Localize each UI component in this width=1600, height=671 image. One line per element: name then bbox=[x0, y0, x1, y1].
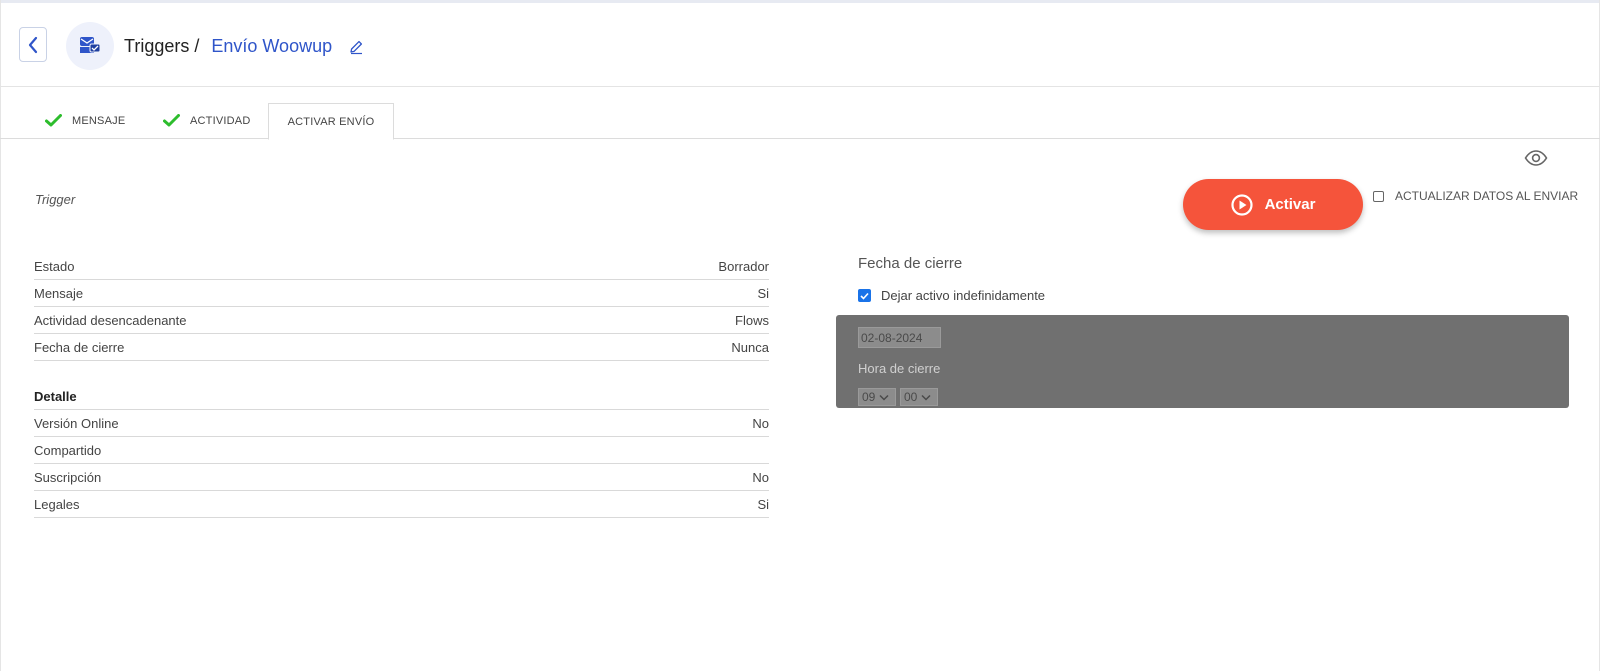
update-data-label: ACTUALIZAR DATOS AL ENVIAR bbox=[1395, 189, 1579, 203]
row-label: Actividad desencadenante bbox=[34, 312, 187, 328]
indefinite-label: Dejar activo indefinidamente bbox=[881, 288, 1046, 303]
chevron-down-icon bbox=[879, 394, 889, 401]
activate-button[interactable]: Activar bbox=[1183, 179, 1363, 230]
back-button[interactable] bbox=[19, 27, 47, 62]
tab-label: ACTIVAR ENVÍO bbox=[287, 115, 375, 128]
table-row: Compartido bbox=[34, 437, 769, 464]
row-label: Mensaje bbox=[34, 285, 84, 301]
minute-select[interactable]: 00 bbox=[900, 388, 938, 406]
row-value: Si bbox=[757, 496, 769, 512]
triggers-icon bbox=[66, 22, 114, 70]
table-row: Mensaje Si bbox=[34, 280, 769, 307]
hour-value: 09 bbox=[862, 390, 876, 404]
activate-label: Activar bbox=[1264, 196, 1316, 213]
preview-eye-icon[interactable] bbox=[1524, 150, 1548, 171]
table-row: Actividad desencadenante Flows bbox=[34, 307, 769, 334]
row-value: Flows bbox=[735, 312, 769, 328]
hour-select[interactable]: 09 bbox=[858, 388, 896, 406]
row-label: Versión Online bbox=[34, 415, 119, 431]
tab-actividad[interactable]: ACTIVIDAD bbox=[163, 103, 250, 138]
closing-date-input[interactable]: 02-08-2024 bbox=[858, 327, 941, 348]
breadcrumb: Triggers / Envío Woowup bbox=[124, 36, 364, 57]
chevron-down-icon bbox=[921, 394, 931, 401]
table-row: Legales Si bbox=[34, 491, 769, 518]
tab-label: MENSAJE bbox=[72, 114, 126, 127]
row-value: Borrador bbox=[718, 258, 769, 274]
table-row: Suscripción No bbox=[34, 464, 769, 491]
play-circle-icon bbox=[1230, 193, 1253, 216]
row-value: Si bbox=[757, 285, 769, 301]
trigger-type-label: Trigger bbox=[35, 192, 76, 207]
table-row: Versión Online No bbox=[34, 410, 769, 437]
update-data-checkbox[interactable]: ACTUALIZAR DATOS AL ENVIAR bbox=[1373, 189, 1578, 203]
row-value: No bbox=[752, 415, 769, 431]
chevron-left-icon bbox=[28, 36, 38, 53]
tab-mensaje[interactable]: MENSAJE bbox=[45, 103, 125, 138]
row-label: Estado bbox=[34, 258, 75, 274]
left-border bbox=[0, 0, 1, 671]
row-label: Compartido bbox=[34, 442, 102, 458]
closing-time-label: Hora de cierre bbox=[858, 361, 941, 376]
check-icon bbox=[163, 114, 180, 127]
row-label: Fecha de cierre bbox=[34, 339, 125, 355]
table-row: Fecha de cierre Nunca bbox=[34, 334, 769, 361]
detail-title: Detalle bbox=[34, 383, 769, 410]
campaign-name-link[interactable]: Envío Woowup bbox=[211, 36, 332, 57]
indefinite-checkbox[interactable]: Dejar activo indefinidamente bbox=[858, 288, 1045, 303]
checkbox-box[interactable] bbox=[1373, 190, 1384, 202]
detail-table: Detalle Versión Online No Compartido Susc… bbox=[34, 383, 769, 518]
row-label: Legales bbox=[34, 496, 80, 512]
breadcrumb-section: Triggers / bbox=[124, 36, 200, 56]
closing-date-panel: 02-08-2024 Hora de cierre 09 00 bbox=[836, 315, 1569, 408]
tab-activar-envio[interactable]: ACTIVAR ENVÍO bbox=[268, 103, 394, 140]
row-value: Nunca bbox=[731, 339, 769, 355]
step-tabs: MENSAJE ACTIVIDAD ACTIVAR ENVÍO bbox=[0, 103, 1600, 140]
summary-table: Estado Borrador Mensaje Si Actividad desen… bbox=[34, 253, 769, 361]
tab-label: ACTIVIDAD bbox=[190, 114, 251, 127]
page-header: Triggers / Envío Woowup bbox=[0, 3, 1600, 87]
closing-date-title: Fecha de cierre bbox=[858, 255, 963, 272]
edit-pencil-icon[interactable] bbox=[348, 39, 364, 55]
row-value: No bbox=[752, 469, 769, 485]
checkbox-box[interactable] bbox=[858, 289, 871, 302]
minute-value: 00 bbox=[904, 390, 918, 404]
checkmark-icon bbox=[860, 292, 869, 300]
check-icon bbox=[45, 114, 62, 127]
table-row: Estado Borrador bbox=[34, 253, 769, 280]
row-label: Suscripción bbox=[34, 469, 102, 485]
